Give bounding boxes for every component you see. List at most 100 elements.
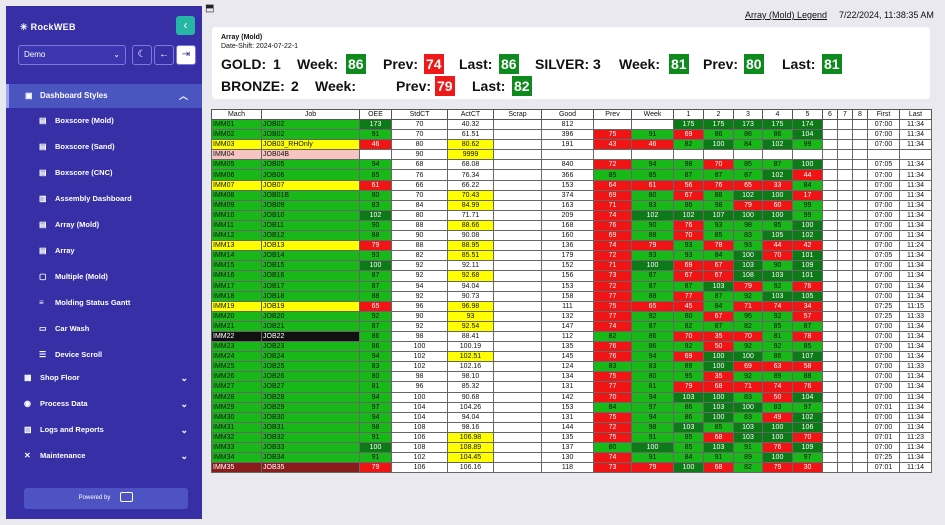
sidebar-item[interactable]: ▤ Array xyxy=(6,241,202,261)
table-row[interactable]: IMM23 JOB23 86 100 100.19 135 76 86 92 50 92 92 85 07… xyxy=(211,341,932,353)
table-row[interactable]: IMM15 JOB15 100 92 92.11 152 71 100 69 67 103 90 109… xyxy=(211,260,932,272)
sidebar-item[interactable]: ▭ Car Wash xyxy=(6,319,202,339)
nav-section-dashboard-styles[interactable]: ▣ Dashboard Styles ︿ xyxy=(6,84,202,108)
table-row[interactable]: IMM31 JOB31 98 108 98.16 144 72 98 103 85 103 100 10… xyxy=(211,421,932,433)
table-row[interactable]: IMM34 JOB34 91 102 104.45 130 74 91 84 91 89 100 97 0… xyxy=(211,452,932,464)
table-row[interactable]: IMM32 JOB32 91 106 106.98 135 75 91 85 68 103 100 70… xyxy=(211,431,932,444)
table-row[interactable]: IMM03 JOB03_RHOnly 46 80 80.62 191 43 46 82 100 84… xyxy=(211,139,932,151)
table-row[interactable]: IMM17 JOB17 87 94 94.04 153 72 87 87 103 79 92 76 07:… xyxy=(211,280,932,292)
legend-link[interactable]: Array (Mold) Legend xyxy=(745,10,827,20)
table-cell: 100 xyxy=(673,462,704,474)
gold-prev-label: Prev: xyxy=(383,56,419,72)
sidebar-group[interactable]: ▦ Shop Floor ⌄ xyxy=(6,368,202,388)
table-cell xyxy=(822,462,838,474)
table-row[interactable]: IMM33 JOB33 100 108 108.89 137 80 100 85 103 91 76 1… xyxy=(211,441,932,454)
collapse-sidebar-button[interactable]: ‹ xyxy=(176,16,195,35)
sidebar-item[interactable]: ≡ Molding Status Gantt xyxy=(6,293,202,313)
sidebar-group-label: Maintenance xyxy=(40,451,86,460)
table-row[interactable]: IMM08 JOB01B 80 70 70.43 374 69 80 67 88 102 100 17 0… xyxy=(211,189,932,201)
table-row[interactable]: IMM24 JOB24 94 102 102.51 145 76 94 69 100 100 86 10… xyxy=(211,351,932,363)
table-cell xyxy=(852,129,868,141)
table-cell xyxy=(852,219,868,232)
menu-toggle-icon[interactable]: ⬒ xyxy=(205,3,214,14)
profile-select[interactable]: Demo ⌄ xyxy=(18,45,126,65)
table-cell: 68 xyxy=(391,159,448,171)
table-cell: IMM09 xyxy=(211,199,262,211)
table-row[interactable]: IMM04 JOB04B 90 9999 xyxy=(211,149,932,161)
table-row[interactable]: IMM12 JOB12 88 90 90.08 160 69 88 70 85 83 105 102 07… xyxy=(211,230,932,242)
table-row[interactable]: IMM13 JOB13 79 88 88.95 136 74 79 93 78 93 44 42 07:0… xyxy=(211,240,932,252)
table-cell xyxy=(852,118,868,131)
logout-button[interactable]: ⇥ xyxy=(176,45,196,65)
table-row[interactable]: IMM26 JOB26 80 98 98.10 134 75 80 95 35 92 89 88 07:0… xyxy=(211,371,932,383)
table-row[interactable]: IMM07 JOB07 61 66 66.22 153 64 61 56 76 65 33 84 07:0… xyxy=(211,179,932,191)
table-row[interactable]: IMM16 JOB16 87 92 92.68 156 73 87 67 67 108 103 101 0… xyxy=(211,270,932,282)
table-cell xyxy=(852,421,868,433)
table-cell: 11:34 xyxy=(899,452,932,464)
table-cell xyxy=(822,411,838,423)
table-cell: 80.62 xyxy=(447,139,494,151)
table-cell: 49 xyxy=(762,411,793,423)
sidebar-item[interactable]: ▤ Boxscore (Sand) xyxy=(6,137,202,157)
table-cell: 102 xyxy=(792,230,823,242)
back-button[interactable]: ← xyxy=(154,45,174,65)
table-cell: 44 xyxy=(762,240,793,252)
table-cell: 84 xyxy=(792,179,823,191)
table-cell: 07:00 xyxy=(867,411,900,423)
table-cell xyxy=(899,149,932,161)
dark-mode-button[interactable]: ☾ xyxy=(132,45,152,65)
table-row[interactable]: IMM27 JOB27 81 96 85.32 131 77 81 79 68 71 74 76 07:0… xyxy=(211,381,932,393)
table-cell: IMM24 xyxy=(211,351,262,363)
table-row[interactable]: IMM11 JOB11 90 88 88.66 168 76 90 76 93 98 85 100 07:… xyxy=(211,219,932,232)
table-cell: 83 xyxy=(733,391,763,403)
table-row[interactable]: IMM22 JOB22 86 98 88.41 112 82 86 70 35 70 81 78 07:0… xyxy=(211,330,932,343)
table-cell: JOB05 xyxy=(261,159,360,171)
table-row[interactable]: IMM10 JOB10 102 80 71.71 209 74 102 102 107 100 100… xyxy=(211,209,932,221)
table-row[interactable]: IMM18 JOB18 88 92 90.73 158 77 88 77 87 92 103 105 07… xyxy=(211,290,932,302)
table-row[interactable]: IMM05 JOB05 94 68 68.08 840 72 94 98 70 85 87 100 07:… xyxy=(211,159,932,171)
sidebar-item[interactable]: ▤ Array (Mold) xyxy=(6,215,202,235)
table-row[interactable]: IMM09 JOB09 83 84 84.99 163 71 83 86 98 79 60 99 07:0… xyxy=(211,199,932,211)
table-cell: 76 xyxy=(593,341,632,353)
table-row[interactable]: IMM20 JOB20 92 90 93 132 77 92 80 67 95 92 57 07:25 11… xyxy=(211,310,932,322)
table-cell: 100 xyxy=(703,391,734,403)
table-cell: 85 xyxy=(593,169,632,181)
sidebar-item[interactable]: ▥ Assembly Dashboard xyxy=(6,189,202,209)
table-cell: 07:00 xyxy=(867,240,900,252)
sidebar-group[interactable]: ▧ Logs and Reports ⌄ xyxy=(6,420,202,440)
sidebar-item[interactable]: ▤ Boxscore (Mold) xyxy=(6,111,202,131)
table-cell xyxy=(493,219,542,232)
table-cell xyxy=(493,391,542,403)
table-row[interactable]: IMM01 JOB02 173 70 40.32 812 175 175 173 175 174 07… xyxy=(211,118,932,131)
app-logo[interactable]: ✳ RockWEB xyxy=(20,22,76,33)
sidebar-group-label: Process Data xyxy=(40,399,88,408)
table-cell: 191 xyxy=(541,139,594,151)
table-cell xyxy=(822,421,838,433)
table-cell: 100 xyxy=(359,441,392,454)
table-cell: 71 xyxy=(593,199,632,211)
sidebar-group[interactable]: ◉ Process Data ⌄ xyxy=(6,394,202,414)
table-row[interactable]: IMM06 JOB06 85 76 76.34 366 85 85 87 87 87 102 44 07:… xyxy=(211,169,932,181)
table-row[interactable]: IMM21 JOB21 87 92 92.54 147 74 87 82 87 82 85 87 07:0… xyxy=(211,320,932,332)
table-row[interactable]: IMM19 JOB19 65 96 96.98 111 75 65 45 84 71 74 34 07:2… xyxy=(211,300,932,312)
table-cell: 11:34 xyxy=(899,199,932,211)
table-cell: JOB28 xyxy=(261,391,360,403)
sidebar-item[interactable]: ☰ Device Scroll xyxy=(6,345,202,365)
sidebar-group[interactable]: ✕ Maintenance ⌄ xyxy=(6,446,202,466)
table-row[interactable]: IMM25 JOB25 83 102 102.16 124 83 83 89 100 69 63 58 0… xyxy=(211,361,932,373)
table-row[interactable]: IMM02 JOB02 91 70 61.51 396 75 91 69 86 86 86 104 07:… xyxy=(211,129,932,141)
table-cell xyxy=(837,361,853,373)
logout-icon: ⇥ xyxy=(181,49,191,60)
table-row[interactable]: IMM35 JOB35 79 106 106.16 118 73 79 100 68 82 79 30 0… xyxy=(211,462,932,474)
report-icon: ▧ xyxy=(24,425,32,434)
table-cell: IMM34 xyxy=(211,452,262,464)
table-row[interactable]: IMM14 JOB14 93 82 85.51 179 72 93 93 84 100 70 101 07… xyxy=(211,250,932,262)
sidebar-item[interactable]: ▢ Multiple (Mold) xyxy=(6,267,202,287)
table-row[interactable]: IMM30 JOB30 94 104 94.04 131 75 94 86 100 83 49 102 0… xyxy=(211,411,932,423)
sidebar-item[interactable]: ▤ Boxscore (CNC) xyxy=(6,163,202,183)
table-cell xyxy=(852,149,868,161)
table-cell: 94.04 xyxy=(447,280,494,292)
table-cell xyxy=(822,280,838,292)
table-row[interactable]: IMM29 JOB29 97 104 104.26 153 84 97 86 103 100 83 97… xyxy=(211,401,932,413)
table-row[interactable]: IMM28 JOB28 94 100 90.68 142 70 94 103 100 83 50 104… xyxy=(211,391,932,403)
